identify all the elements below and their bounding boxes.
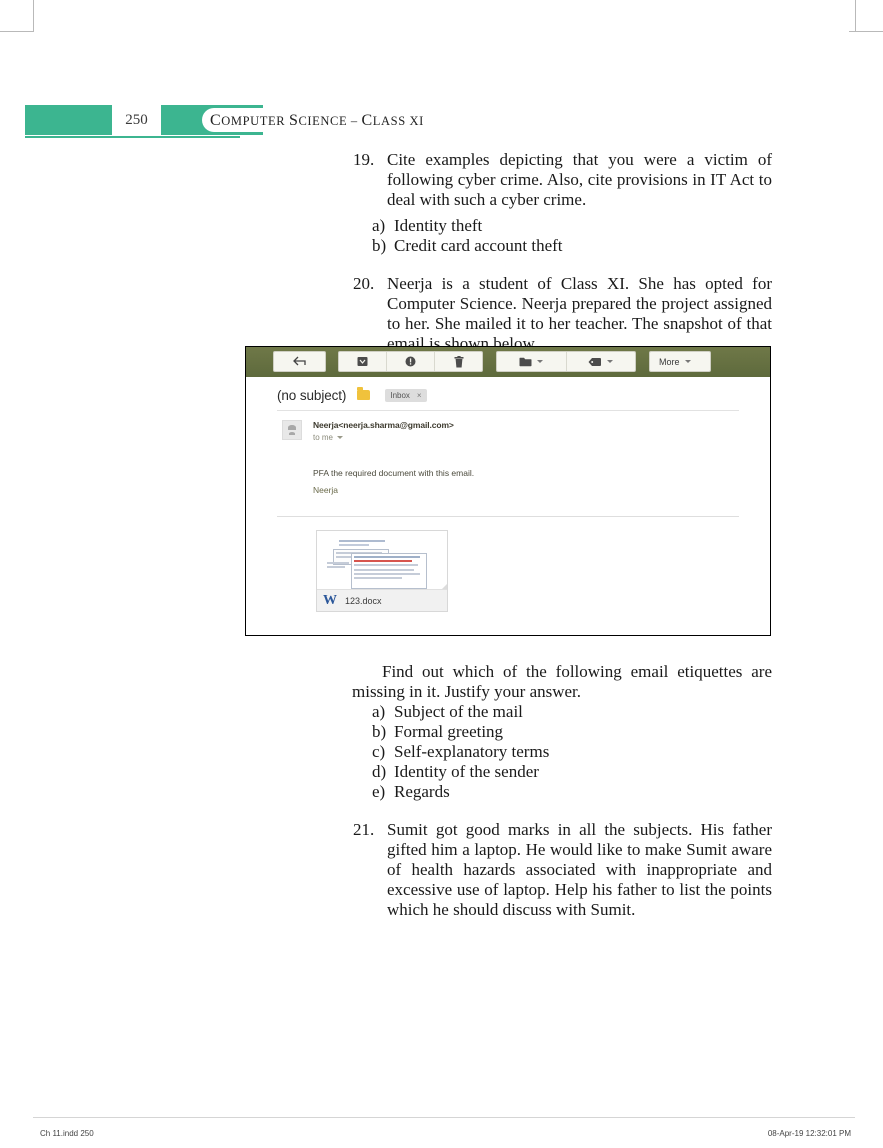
move-to-folder-icon: [519, 357, 532, 366]
report-spam-icon: [405, 356, 416, 367]
list-item: d) Identity of the sender: [352, 762, 772, 782]
option-label: c): [372, 742, 386, 761]
close-icon[interactable]: ×: [417, 391, 422, 400]
followup-paragraph: Find out which of the following email et…: [352, 662, 772, 701]
option-label: b): [372, 722, 387, 741]
toolbar-group-actions: [338, 351, 483, 372]
footer-timestamp: 08-Apr-19 12:32:01 PM: [767, 1129, 851, 1138]
option-text: Formal greeting: [394, 722, 504, 741]
email-signature: Neerja: [313, 485, 339, 495]
footer-file-info: Ch 11.indd 250: [40, 1129, 94, 1138]
label-chip-text: Inbox: [390, 390, 410, 400]
chevron-down-icon: [607, 360, 614, 363]
crop-mark-top-left-vertical: [33, 0, 34, 32]
footer-rule: [33, 1117, 855, 1118]
email-attachment-card[interactable]: W 123.docx: [316, 530, 448, 612]
question-19-number: 19.: [353, 150, 375, 169]
question-19: 19. Cite examples depicting that you wer…: [352, 150, 772, 210]
more-button-label: More: [659, 356, 680, 367]
trash-icon: [454, 355, 463, 367]
followup-options: a) Subject of the mail b) Formal greetin…: [352, 702, 772, 802]
option-text: Credit card account theft: [394, 236, 563, 255]
folder-icon: [357, 387, 371, 400]
email-recipient-row[interactable]: to me: [313, 433, 770, 442]
email-body-text: PFA the required document with this emai…: [313, 468, 475, 478]
crop-mark-top-right-vertical: [855, 0, 856, 32]
chevron-down-icon: [684, 360, 691, 363]
list-item: a) Identity theft: [352, 216, 772, 236]
option-text: Self-explanatory terms: [394, 742, 550, 761]
email-sender: Neerja<neerja.sharma@gmail.com>: [313, 420, 454, 430]
question-20: 20. Neerja is a student of Class XI. She…: [352, 274, 772, 354]
list-item: c) Self-explanatory terms: [352, 742, 772, 762]
header-rule: [25, 136, 240, 138]
list-item: b) Formal greeting: [352, 722, 772, 742]
header-accent-block-left: [25, 105, 112, 135]
question-20-number: 20.: [353, 274, 375, 293]
toolbar-group-back: [273, 351, 326, 372]
labels-tag-icon: [588, 357, 602, 366]
crop-mark-top-right-horizontal: [849, 31, 883, 32]
email-toolbar: More: [246, 347, 770, 377]
option-label: b): [372, 236, 387, 255]
attachment-info-bar: W 123.docx: [317, 589, 447, 611]
email-meta: Neerja<neerja.sharma@gmail.com> to me: [246, 411, 770, 442]
page-content: 19. Cite examples depicting that you wer…: [352, 150, 772, 360]
more-button[interactable]: More: [650, 352, 710, 371]
email-attachment-divider: [277, 516, 739, 517]
chevron-down-icon: [337, 436, 344, 439]
question-21: 21. Sumit got good marks in all the subj…: [352, 820, 772, 920]
list-item: e) Regards: [352, 782, 772, 802]
question-21-text: Sumit got good marks in all the subjects…: [387, 820, 772, 919]
option-label: a): [372, 216, 386, 235]
option-text: Regards: [394, 782, 450, 801]
back-arrow-icon: [293, 356, 306, 366]
word-document-icon: W: [323, 592, 337, 608]
labels-button[interactable]: [567, 352, 636, 371]
email-screenshot-figure: More (no subject) Inbox × Neerja<neerja.…: [245, 346, 771, 636]
question-20-text: Neerja is a student of Class XI. She has…: [387, 274, 772, 353]
list-item: a) Subject of the mail: [352, 702, 772, 722]
toolbar-group-organize: [496, 351, 636, 372]
page-content-lower: Find out which of the following email et…: [352, 662, 772, 926]
option-text: Identity theft: [394, 216, 483, 235]
option-text: Identity of the sender: [394, 762, 539, 781]
delete-button[interactable]: [435, 352, 482, 371]
attachment-thumbnail: [323, 536, 441, 589]
crop-mark-top-left-horizontal: [0, 31, 34, 32]
attachment-filename: 123.docx: [345, 595, 382, 606]
email-recipient: to me: [313, 433, 334, 442]
question-19-text: Cite examples depicting that you were a …: [387, 150, 772, 209]
toolbar-group-more: More: [649, 351, 711, 372]
avatar: [282, 420, 302, 440]
running-head-title: COMPUTER SCIENCE – CLASS XI: [210, 112, 424, 129]
move-to-folder-button[interactable]: [497, 352, 567, 371]
option-label: e): [372, 782, 386, 801]
option-text: Subject of the mail: [394, 702, 523, 721]
list-item: b) Credit card account theft: [352, 236, 772, 256]
email-subject: (no subject): [277, 387, 347, 403]
option-label: d): [372, 762, 387, 781]
report-spam-button[interactable]: [387, 352, 435, 371]
archive-icon: [357, 357, 368, 366]
back-button[interactable]: [274, 352, 325, 371]
question-21-number: 21.: [353, 820, 375, 839]
chevron-down-icon: [537, 360, 544, 363]
page-number: 250: [114, 105, 159, 135]
question-19-options: a) Identity theft b) Credit card account…: [352, 216, 772, 256]
option-label: a): [372, 702, 386, 721]
archive-button[interactable]: [339, 352, 387, 371]
email-subject-row: (no subject) Inbox ×: [246, 377, 770, 407]
label-chip-inbox[interactable]: Inbox ×: [385, 388, 427, 402]
